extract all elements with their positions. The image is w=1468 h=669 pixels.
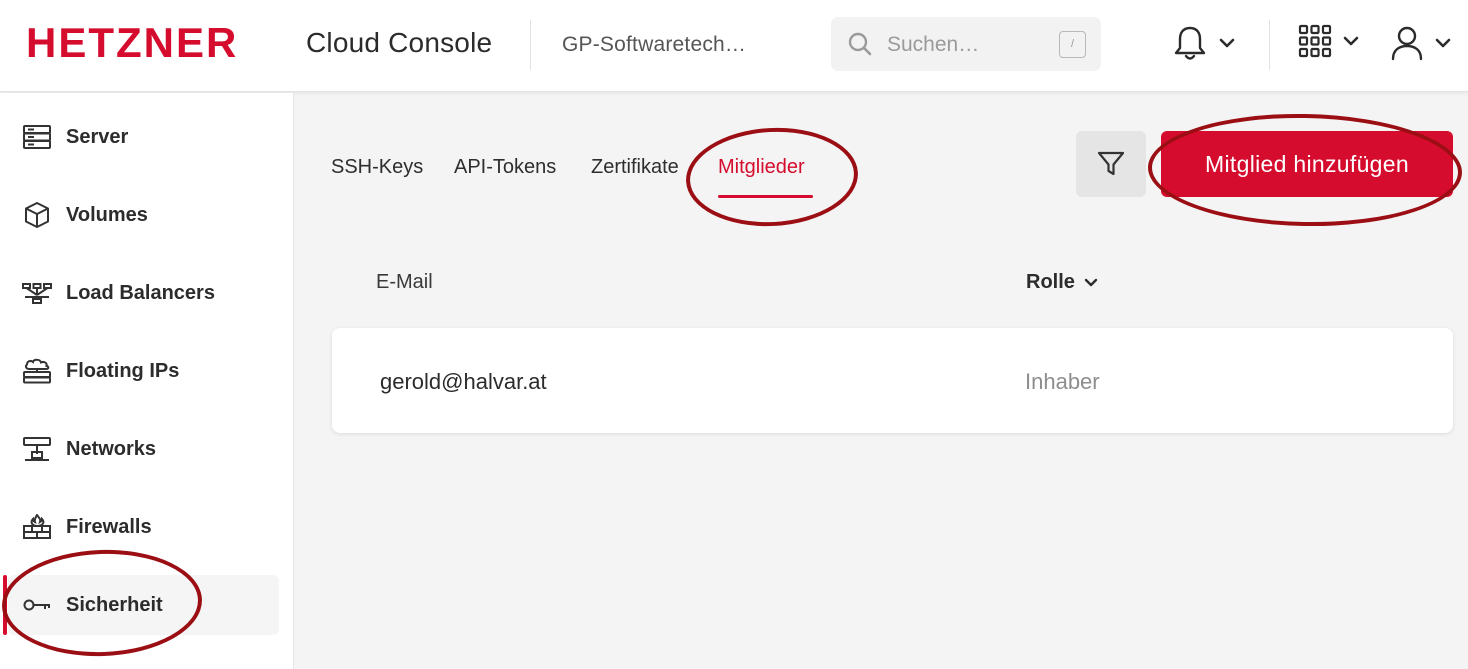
notifications-button[interactable]	[1172, 24, 1236, 62]
filter-icon	[1097, 151, 1125, 176]
sidebar-item-label: Load Balancers	[66, 282, 215, 304]
member-role: Inhaber	[1025, 369, 1100, 394]
header-divider	[530, 20, 531, 70]
firewall-icon	[23, 514, 51, 539]
sidebar-item-floating-ips[interactable]: Floating IPs	[8, 341, 279, 401]
bell-icon	[1174, 26, 1206, 60]
search-shortcut-key: /	[1059, 31, 1086, 58]
chevron-down-icon	[1219, 38, 1235, 48]
sidebar-item-label: Floating IPs	[66, 360, 180, 382]
search-icon	[848, 32, 872, 56]
header-divider	[1269, 20, 1270, 70]
user-icon	[1391, 26, 1423, 61]
top-header: HETZNER Cloud Console GP-Softwaretech… /	[0, 0, 1468, 92]
add-member-button[interactable]: Mitglied hinzufügen	[1161, 131, 1453, 197]
active-nav-indicator	[3, 575, 7, 635]
chevron-down-icon	[1084, 278, 1098, 286]
app-title: Cloud Console	[306, 27, 493, 58]
apps-menu-button[interactable]	[1298, 24, 1360, 58]
table-row[interactable]: gerold@halvar.at Inhaber	[332, 328, 1453, 433]
tab-api-tokens[interactable]: API-Tokens	[454, 156, 556, 179]
sidebar-item-sicherheit[interactable]: Sicherheit	[8, 575, 279, 635]
tab-ssh-keys[interactable]: SSH-Keys	[331, 156, 423, 179]
column-header-email: E-Mail	[376, 271, 433, 293]
sidebar-item-server[interactable]: Server	[8, 107, 279, 167]
network-icon	[23, 437, 51, 461]
app-grid-icon	[1298, 24, 1332, 58]
column-header-role-sort[interactable]: Rolle	[1026, 271, 1099, 294]
tab-zertifikate[interactable]: Zertifikate	[591, 156, 679, 179]
svg-text:HETZNER: HETZNER	[26, 24, 238, 60]
project-selector[interactable]: GP-Softwaretech…	[562, 33, 746, 57]
chevron-down-icon	[1435, 38, 1451, 48]
load-balancer-icon	[22, 283, 52, 304]
hetzner-logo-mark: HETZNER	[26, 19, 238, 66]
tab-mitglieder[interactable]: Mitglieder	[718, 156, 805, 179]
sidebar-item-label: Firewalls	[66, 516, 152, 538]
sidebar-item-networks[interactable]: Networks	[8, 419, 279, 479]
member-email: gerold@halvar.at	[380, 369, 547, 394]
search-box[interactable]: /	[831, 17, 1101, 71]
cube-icon	[25, 202, 49, 228]
sidebar-item-label: Sicherheit	[66, 594, 163, 616]
sidebar-item-label: Volumes	[66, 204, 148, 226]
user-menu-button[interactable]	[1390, 24, 1452, 62]
column-header-role: Rolle	[1026, 271, 1075, 293]
hetzner-logo[interactable]: HETZNER	[26, 19, 284, 66]
sidebar-item-label: Server	[66, 126, 129, 148]
filter-button[interactable]	[1076, 131, 1146, 197]
sidebar-item-firewalls[interactable]: Firewalls	[8, 497, 279, 557]
server-icon	[23, 125, 51, 149]
active-tab-indicator	[718, 195, 813, 198]
floating-ip-icon	[23, 358, 51, 384]
search-input[interactable]	[887, 31, 1047, 59]
chevron-down-icon	[1343, 36, 1359, 46]
key-icon	[23, 599, 50, 611]
sidebar-item-label: Networks	[66, 438, 157, 460]
sidebar-item-load-balancers[interactable]: Load Balancers	[8, 263, 279, 323]
sidebar-item-volumes[interactable]: Volumes	[8, 185, 279, 245]
